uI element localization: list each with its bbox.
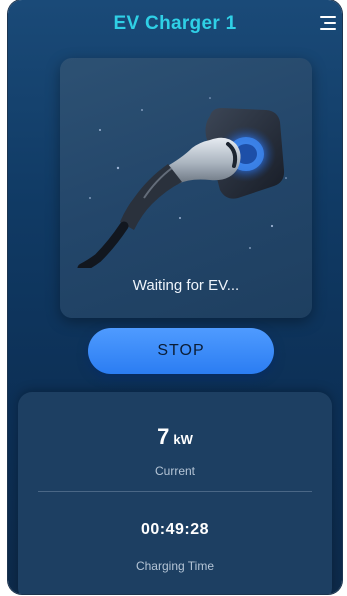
power-value: 7 (157, 424, 170, 449)
power-readout: 7 kW (18, 424, 332, 450)
hamburger-menu-icon[interactable] (320, 16, 336, 30)
charger-status-card: Waiting for EV... (60, 58, 312, 318)
charging-time-value: 00:49:28 (140, 521, 210, 538)
app-header: EV Charger 1 (8, 0, 342, 46)
stop-button[interactable]: STOP (88, 328, 274, 374)
charger-status-text: Waiting for EV... (132, 277, 240, 294)
page-title: EV Charger 1 (113, 13, 237, 34)
power-unit: kW (173, 432, 193, 447)
ev-charging-plug-illustration (77, 97, 287, 268)
charging-stats-card: 7 kW Current 00:49:28 Charging Time (18, 392, 332, 594)
power-caption: Current (154, 464, 195, 478)
stats-divider (38, 491, 312, 492)
charging-time-caption: Charging Time (135, 559, 215, 573)
app-screen: EV Charger 1 Waiting for EV... STOP 7 kW… (8, 0, 342, 594)
